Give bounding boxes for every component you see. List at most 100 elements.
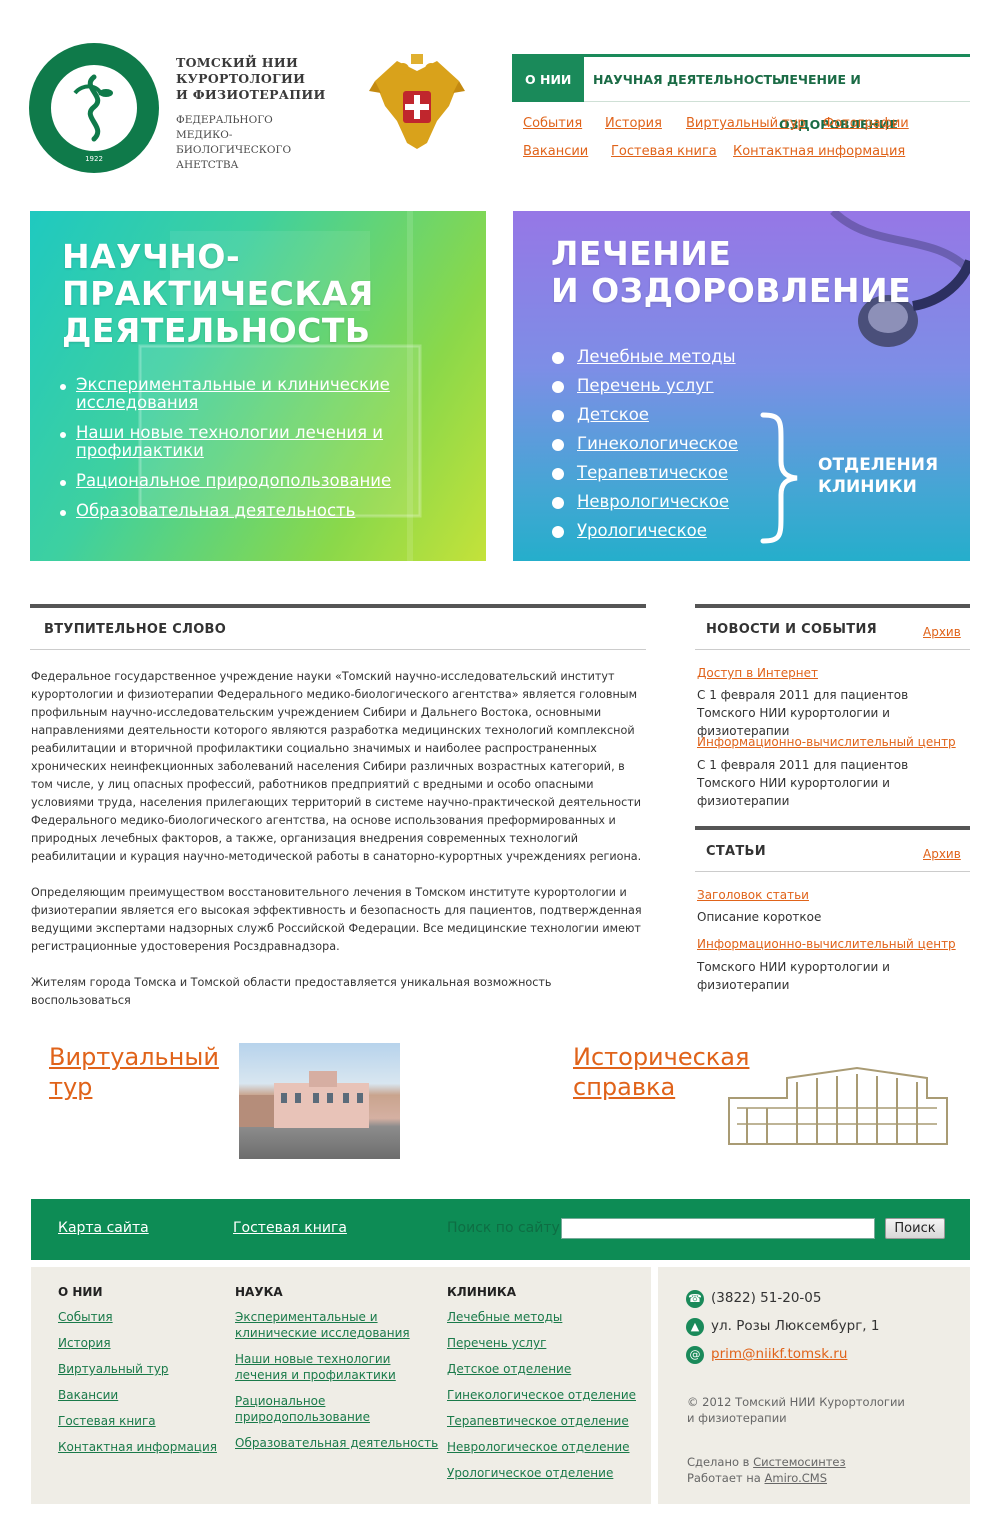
footer-link[interactable]: История — [58, 1335, 217, 1351]
articles-title: СТАТЬИ — [706, 844, 766, 859]
footer-contacts-panel: ☎ (3822) 51-20-05 ▲ ул. Розы Люксембург,… — [658, 1267, 970, 1504]
footer-link[interactable]: Неврологическое отделение — [447, 1439, 636, 1455]
powered-line: Работает на Amiro.CMS — [687, 1471, 827, 1485]
org-subtitle: ФЕДЕРАЛЬНОГО МЕДИКО-БИОЛОГИЧЕСКОГО АНЕТС… — [176, 113, 346, 173]
heading-line: ДЕЯТЕЛЬНОСТЬ — [62, 311, 371, 350]
footer-link[interactable]: Лечебные методы — [447, 1309, 636, 1325]
footer-links-panel: О НИИ События История Виртуальный тур Ва… — [31, 1267, 651, 1504]
footer-link[interactable]: Виртуальный тур — [58, 1361, 217, 1377]
copyright-line: и физиотерапии — [687, 1411, 787, 1425]
developer-link[interactable]: Системосинтез — [753, 1455, 846, 1469]
institute-logo[interactable]: 1922 — [29, 43, 159, 173]
subnav-guestbook[interactable]: Гостевая книга — [611, 144, 717, 159]
intro-text: Федеральное государственное учреждение н… — [31, 668, 643, 1028]
science-link-research[interactable]: Экспериментальные и клинические исследова… — [60, 376, 396, 412]
footer-link[interactable]: Образовательная деятельность — [235, 1435, 438, 1451]
article-item-title[interactable]: Информационно-вычислительный центр — [697, 937, 956, 951]
nav-treatment[interactable]: ЛЕЧЕНИЕ И ОЗДОРОВЛЕНИЕ — [779, 57, 970, 132]
footer-link[interactable]: События — [58, 1309, 217, 1325]
treatment-link-gynecology[interactable]: Гинекологическое — [552, 434, 738, 463]
org-subtitle-line: ФЕДЕРАЛЬНОГО — [176, 114, 273, 126]
articles-header: СТАТЬИ Архив — [695, 826, 970, 872]
footer-link[interactable]: Гостевая книга — [58, 1413, 217, 1429]
science-link-technologies[interactable]: Наши новые технологии лечения и профилакт… — [60, 424, 396, 460]
articles-archive-link[interactable]: Архив — [923, 847, 961, 861]
departments-label: ОТДЕЛЕНИЯ КЛИНИКИ — [818, 454, 938, 498]
article-item-title[interactable]: Заголовок статьи — [697, 888, 809, 902]
footer-guestbook-link[interactable]: Гостевая книга — [233, 1220, 347, 1236]
historic-building-sketch — [728, 1066, 948, 1145]
sitemap-link[interactable]: Карта сайта — [58, 1220, 149, 1236]
address-text: ул. Розы Люксембург, 1 — [711, 1318, 880, 1334]
subnav-virtual-tour[interactable]: Виртуальный тур — [686, 116, 806, 131]
intro-paragraph: Жителям города Томска и Томской области … — [31, 976, 552, 1007]
footer-link[interactable]: Урологическое отделение — [447, 1465, 636, 1481]
virtual-tour-link[interactable]: Виртуальный тур — [49, 1042, 219, 1102]
footer-link[interactable]: Детское отделение — [447, 1361, 636, 1377]
footer-link[interactable]: Наши новые технологии лечения и профилакт… — [235, 1351, 438, 1383]
email-link[interactable]: prim@niikf.tomsk.ru — [711, 1346, 847, 1362]
treatment-link-children[interactable]: Детское — [552, 405, 738, 434]
footer-link[interactable]: Экспериментальные и клинические исследова… — [235, 1309, 438, 1341]
link-line: тур — [49, 1073, 93, 1101]
treatment-link-therapy[interactable]: Терапевтическое — [552, 463, 738, 492]
footer-link[interactable]: Вакансии — [58, 1387, 217, 1403]
org-subtitle-line: АНЕТСТВА — [176, 159, 239, 171]
subnav-photos[interactable]: Фотографии — [823, 116, 909, 131]
footer-col-heading: НАУКА — [235, 1285, 283, 1299]
label-line: ОТДЕЛЕНИЯ — [818, 455, 939, 475]
curly-brace-icon — [760, 412, 798, 544]
search-label: Поиск по сайту — [447, 1220, 560, 1236]
subnav-history[interactable]: История — [605, 116, 662, 131]
treatment-link-urology[interactable]: Урологическое — [552, 521, 738, 550]
science-link-education[interactable]: Образовательная деятельность — [60, 502, 396, 520]
subnav-contacts[interactable]: Контактная информация — [733, 144, 905, 159]
footer-link[interactable]: Гинекологическое отделение — [447, 1387, 636, 1403]
subnav-vacancies[interactable]: Вакансии — [523, 144, 588, 159]
cms-link[interactable]: Amiro.CMS — [765, 1471, 827, 1485]
footer-col-heading: О НИИ — [58, 1285, 103, 1299]
treatment-link-services[interactable]: Перечень услуг — [552, 376, 738, 405]
news-item-desc: С 1 февраля 2011 для пациентов Томского … — [697, 758, 909, 808]
copyright: © 2012 Томский НИИ Курортологии и физиот… — [687, 1394, 905, 1426]
science-heading: НАУЧНО- ПРАКТИЧЕСКАЯ ДЕЯТЕЛЬНОСТЬ — [62, 238, 374, 349]
nav-science[interactable]: НАУЧНАЯ ДЕЯТЕЛЬНОСТЬ — [593, 57, 782, 102]
nav-about[interactable]: О НИИ — [512, 57, 585, 102]
footer-link[interactable]: Контактная информация — [58, 1439, 217, 1455]
footer-link[interactable]: Перечень услуг — [447, 1335, 636, 1351]
copyright-line: © 2012 Томский НИИ Курортологии — [687, 1395, 905, 1409]
footer-col-science: НАУКА Экспериментальные и клинические исс… — [235, 1285, 438, 1461]
footer-link[interactable]: Рациональное природопользование — [235, 1393, 438, 1425]
intro-paragraph: Определяющим преимуществом восстановител… — [31, 886, 642, 953]
heading-line: НАУЧНО- — [62, 237, 241, 276]
footer-col-about: О НИИ События История Виртуальный тур Ва… — [58, 1285, 217, 1465]
heading-line: ПРАКТИЧЕСКАЯ — [62, 274, 374, 313]
org-title-line: ТОМСКИЙ НИИ — [176, 55, 299, 70]
top-nav: О НИИ НАУЧНАЯ ДЕЯТЕЛЬНОСТЬ ЛЕЧЕНИЕ И ОЗД… — [512, 54, 970, 132]
subnav-events[interactable]: События — [523, 116, 582, 131]
double-headed-eagle-icon — [367, 51, 467, 156]
org-subtitle-line: МЕДИКО-БИОЛОГИЧЕСКОГО — [176, 129, 292, 156]
treatment-banner: ЛЕЧЕНИЕ И ОЗДОРОВЛЕНИЕ Лечебные методы П… — [513, 211, 970, 561]
made-in-line: Сделано в Системосинтез — [687, 1455, 846, 1469]
news-item-title[interactable]: Информационно-вычислительный центр — [697, 735, 956, 749]
intro-title: ВТУПИТЕЛЬНОЕ СЛОВО — [44, 622, 227, 637]
org-title: ТОМСКИЙ НИИ КУРОРТОЛОГИИ И ФИЗИОТЕРАПИИ — [176, 55, 346, 103]
history-link[interactable]: Историческая справка — [573, 1042, 749, 1102]
search-input[interactable] — [561, 1218, 875, 1239]
footer-link[interactable]: Терапевтическое отделение — [447, 1413, 636, 1429]
news-item-title[interactable]: Доступ в Интернет — [697, 666, 818, 680]
seal-year: 1922 — [85, 155, 103, 163]
science-banner: НАУЧНО- ПРАКТИЧЕСКАЯ ДЕЯТЕЛЬНОСТЬ Экспер… — [30, 211, 486, 561]
search-button[interactable]: Поиск — [885, 1218, 945, 1239]
building-photo[interactable] — [239, 1043, 400, 1159]
intro-header: ВТУПИТЕЛЬНОЕ СЛОВО — [30, 604, 646, 650]
article-item-desc: Томского НИИ курортологии и физиотерапии — [697, 960, 890, 992]
science-links: Экспериментальные и клинические исследова… — [60, 376, 396, 520]
treatment-link-neurology[interactable]: Неврологическое — [552, 492, 738, 521]
link-line: справка — [573, 1073, 676, 1101]
science-link-nature[interactable]: Рациональное природопользование — [60, 472, 396, 490]
news-archive-link[interactable]: Архив — [923, 625, 961, 639]
heading-line: И ОЗДОРОВЛЕНИЕ — [551, 271, 912, 310]
treatment-link-methods[interactable]: Лечебные методы — [552, 347, 738, 376]
